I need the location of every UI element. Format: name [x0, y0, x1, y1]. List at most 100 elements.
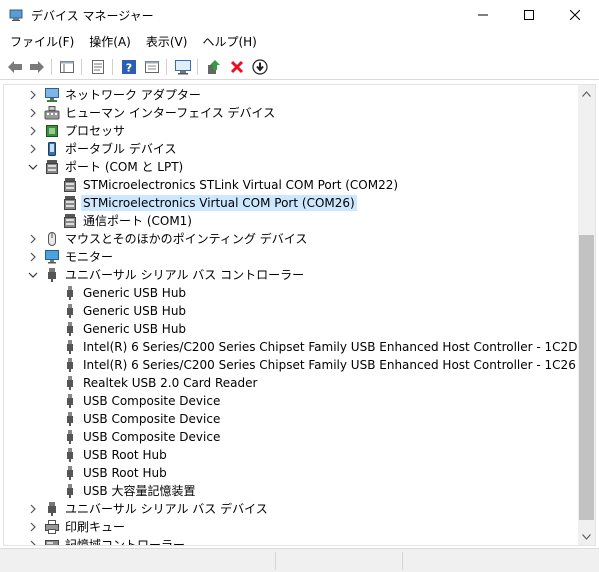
- tree-row[interactable]: ポート (COM と LPT): [4, 158, 580, 176]
- port-icon: [62, 195, 78, 211]
- status-segment: [402, 552, 403, 570]
- chevron-right-icon: [30, 234, 36, 244]
- scroll-up-button[interactable]: [578, 85, 595, 102]
- tree-row-label: USB Root Hub: [83, 448, 167, 462]
- console-tree-button[interactable]: [57, 57, 77, 77]
- toolbar-separator: [51, 59, 52, 75]
- properties-icon: [92, 60, 104, 74]
- disable-button[interactable]: [250, 57, 270, 77]
- window-title: デバイス マネージャー: [31, 9, 154, 23]
- tree-row-label: 通信ポート (COM1): [83, 214, 192, 228]
- toolbar-separator: [81, 59, 82, 75]
- tree-row[interactable]: Intel(R) 6 Series/C200 Series Chipset Fa…: [4, 356, 580, 374]
- device-tree[interactable]: ネットワーク アダプター ヒューマン インターフェイス デバイス プロセッサポータブ…: [4, 85, 580, 545]
- portable-device-icon: [44, 141, 60, 157]
- svg-text:?: ?: [126, 62, 132, 75]
- tree-row[interactable]: Intel(R) 6 Series/C200 Series Chipset Fa…: [4, 338, 580, 356]
- expand-toggle[interactable]: [26, 106, 40, 120]
- back-button[interactable]: [5, 57, 25, 77]
- view-button[interactable]: [142, 57, 162, 77]
- scroll-thumb[interactable]: [579, 235, 594, 520]
- chevron-up-icon: [582, 90, 591, 97]
- tree-row[interactable]: USB Composite Device: [4, 428, 580, 446]
- tree-row[interactable]: USB Root Hub: [4, 446, 580, 464]
- mouse-icon: [44, 231, 60, 247]
- tree-row[interactable]: ユニバーサル シリアル バス コントローラー: [4, 266, 580, 284]
- minimize-button[interactable]: [460, 0, 506, 30]
- expand-toggle[interactable]: [26, 142, 40, 156]
- scroll-down-button[interactable]: [578, 528, 595, 545]
- usb-icon: [62, 375, 78, 391]
- tree-row[interactable]: USB Composite Device: [4, 410, 580, 428]
- properties-button[interactable]: [88, 57, 108, 77]
- tree-row[interactable]: ユニバーサル シリアル バス デバイス: [4, 500, 580, 518]
- maximize-button[interactable]: [506, 0, 552, 30]
- collapse-toggle[interactable]: [26, 160, 40, 174]
- tree-row[interactable]: プロセッサ: [4, 122, 580, 140]
- expand-toggle[interactable]: [26, 232, 40, 246]
- tree-row[interactable]: Generic USB Hub: [4, 320, 580, 338]
- tree-row[interactable]: USB Composite Device: [4, 392, 580, 410]
- tree-row[interactable]: 記憶域コントローラー: [4, 536, 580, 545]
- tree-row-label: ポータブル デバイス: [65, 142, 177, 156]
- update-driver-icon: [208, 60, 220, 74]
- console-tree-icon: [60, 61, 74, 73]
- tree-row-label: Generic USB Hub: [83, 322, 187, 336]
- port-icon: [62, 177, 78, 193]
- tree-row-label: Generic USB Hub: [83, 304, 187, 318]
- tree-row[interactable]: ネットワーク アダプター: [4, 86, 580, 104]
- tree-row-label: USB Root Hub: [83, 466, 167, 480]
- tree-row[interactable]: Generic USB Hub: [4, 302, 580, 320]
- tree-row[interactable]: Generic USB Hub: [4, 284, 580, 302]
- tree-row[interactable]: 通信ポート (COM1): [4, 212, 580, 230]
- tree-row[interactable]: USB 大容量記憶装置: [4, 482, 580, 500]
- chevron-down-icon: [582, 533, 591, 540]
- disable-icon: [252, 59, 268, 75]
- expand-toggle[interactable]: [26, 502, 40, 516]
- tree-row-label: STMicroelectronics STLink Virtual COM Po…: [83, 178, 399, 192]
- tree-row-label: Realtek USB 2.0 Card Reader: [83, 376, 258, 390]
- uninstall-button[interactable]: [227, 57, 247, 77]
- expand-toggle[interactable]: [26, 88, 40, 102]
- tree-row-label: モニター: [65, 250, 114, 264]
- tree-row[interactable]: Realtek USB 2.0 Card Reader: [4, 374, 580, 392]
- uninstall-icon: [230, 60, 244, 74]
- title-bar: デバイス マネージャー: [0, 0, 599, 30]
- help-button[interactable]: ?: [119, 57, 139, 77]
- tree-row-label: USB Composite Device: [83, 394, 221, 408]
- tree-row[interactable]: 印刷キュー: [4, 518, 580, 536]
- tree-row[interactable]: STMicroelectronics STLink Virtual COM Po…: [4, 176, 580, 194]
- chevron-right-icon: [30, 522, 36, 532]
- tree-row-label: USB Composite Device: [83, 412, 221, 426]
- tree-row[interactable]: ポータブル デバイス: [4, 140, 580, 158]
- forward-button[interactable]: [27, 57, 47, 77]
- menu-help[interactable]: ヘルプ(H): [197, 32, 261, 52]
- scan-hardware-button[interactable]: [173, 57, 193, 77]
- tree-row-label: ポート (COM と LPT): [65, 160, 184, 174]
- tree-row-label: USB 大容量記憶装置: [83, 484, 196, 498]
- usb-icon: [62, 303, 78, 319]
- tree-row[interactable]: マウスとそのほかのポインティング デバイス: [4, 230, 580, 248]
- maximize-icon: [524, 10, 534, 20]
- expand-toggle[interactable]: [26, 538, 40, 545]
- tree-row-label: ユニバーサル シリアル バス デバイス: [65, 502, 268, 516]
- tree-row[interactable]: USB Root Hub: [4, 464, 580, 482]
- usb-controller-icon: [44, 267, 60, 283]
- tree-row[interactable]: モニター: [4, 248, 580, 266]
- menu-file[interactable]: ファイル(F): [5, 32, 79, 52]
- vertical-scrollbar[interactable]: [578, 85, 595, 545]
- update-driver-button[interactable]: [204, 57, 224, 77]
- device-tree-frame: ネットワーク アダプター ヒューマン インターフェイス デバイス プロセッサポータブ…: [3, 84, 596, 546]
- expand-toggle[interactable]: [26, 520, 40, 534]
- menu-action[interactable]: 操作(A): [84, 32, 136, 52]
- collapse-toggle[interactable]: [26, 268, 40, 282]
- close-button[interactable]: [552, 0, 598, 30]
- expand-toggle[interactable]: [26, 250, 40, 264]
- usb-icon: [62, 285, 78, 301]
- tree-row[interactable]: STMicroelectronics Virtual COM Port (COM…: [4, 194, 580, 212]
- menu-view[interactable]: 表示(V): [141, 32, 193, 52]
- tree-row[interactable]: ヒューマン インターフェイス デバイス: [4, 104, 580, 122]
- expand-toggle[interactable]: [26, 124, 40, 138]
- monitor-icon: [44, 249, 60, 265]
- back-icon: [8, 61, 22, 73]
